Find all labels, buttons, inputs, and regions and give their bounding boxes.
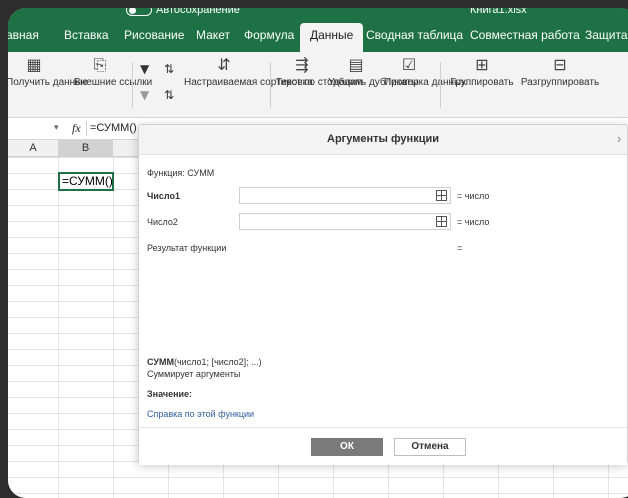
ribbon-divider (132, 62, 133, 108)
ok-button[interactable]: ОК (311, 438, 383, 456)
group-icon: ⊞ (475, 55, 489, 74)
arg2-label: Число2 (147, 217, 178, 227)
function-description: Суммирует аргументы (147, 369, 241, 379)
dialog-title: Аргументы функции (327, 133, 439, 145)
tab-insert[interactable]: Вставка (64, 28, 109, 42)
title-bar: Автосохранение Книга1.xlsx (8, 8, 628, 20)
result-label: Результат функции (147, 243, 227, 253)
cancel-button[interactable]: Отмена (394, 438, 466, 456)
function-label: Функция: СУММ (147, 168, 215, 178)
ungroup-button[interactable]: ⊟ Разгруппировать (520, 55, 600, 89)
tab-protect[interactable]: Защита (585, 28, 628, 42)
tab-collaborate[interactable]: Совместная работа (470, 28, 580, 42)
function-arguments-dialog: Аргументы функции › Функция: СУММ Число1… (138, 124, 628, 465)
close-icon[interactable]: › (617, 131, 621, 146)
get-data-button[interactable]: ▦ Получить данные (8, 55, 88, 89)
file-name: Книга1.xlsx (470, 8, 527, 16)
remove-duplicates-icon: ▤ (348, 55, 364, 74)
ungroup-label: Разгруппировать (520, 77, 600, 88)
group-label: Группировать (450, 77, 514, 88)
sort-icon: ⇵ (217, 55, 231, 74)
formula-divider (86, 121, 87, 136)
arg2-input[interactable] (239, 213, 451, 230)
tab-draw[interactable]: Рисование (124, 28, 184, 42)
syntax-args: (число1; [число2]; ...) (173, 357, 262, 367)
sort-descending-icon[interactable]: ⇅ (164, 88, 174, 102)
ungroup-icon: ⊟ (553, 55, 567, 74)
value-label: Значение: (147, 389, 193, 399)
arg1-label: Число1 (147, 191, 180, 201)
column-header-b[interactable]: B (58, 142, 113, 154)
external-links-button[interactable]: ⎘ Внешние ссылки (74, 55, 152, 89)
text-to-columns-button[interactable]: ⇶ Текст по столбцам (276, 55, 362, 89)
ribbon-tabs: авная Вставка Рисование Макет Формула Да… (8, 20, 628, 52)
active-cell[interactable]: =СУММ() (58, 172, 114, 191)
clear-filter-icon[interactable]: ▼ (140, 88, 149, 102)
split-columns-icon: ⇶ (295, 55, 309, 74)
data-validation-button[interactable]: ☑ Проверка данных (384, 55, 466, 89)
sort-ascending-icon[interactable]: ⇅ (164, 62, 174, 76)
dialog-header: Аргументы функции › (139, 125, 627, 155)
range-picker-icon[interactable] (436, 216, 447, 227)
ribbon-divider (270, 62, 271, 108)
group-button[interactable]: ⊞ Группировать (446, 55, 518, 89)
autosave-toggle[interactable] (126, 8, 152, 16)
arg1-hint: = число (457, 191, 490, 201)
tab-pivot-table[interactable]: Сводная таблица (366, 28, 463, 42)
link-icon: ⎘ (93, 55, 107, 74)
tab-formulas[interactable]: Формула (244, 28, 294, 42)
external-links-label: Внешние ссылки (74, 77, 153, 88)
formula-input[interactable]: =СУММ() (90, 122, 137, 134)
ribbon-data: ▦ Получить данные ⎘ Внешние ссылки ▼ ▼ ⇅… (8, 52, 628, 118)
tab-home[interactable]: авная (8, 28, 39, 42)
result-value: = (457, 243, 463, 253)
arg1-input[interactable] (239, 187, 451, 204)
tab-layout[interactable]: Макет (196, 28, 230, 42)
database-icon: ▦ (26, 55, 42, 74)
help-link[interactable]: Справка по этой функции (147, 409, 254, 419)
arg2-hint: = число (457, 217, 490, 227)
function-icon[interactable]: fx (72, 121, 81, 136)
column-header-a[interactable]: A (8, 142, 58, 154)
tab-data[interactable]: Данные (300, 23, 364, 52)
ribbon-divider (440, 62, 441, 108)
chevron-down-icon[interactable]: ▾ (54, 122, 59, 133)
dialog-footer: ОК Отмена (139, 427, 627, 465)
function-syntax: СУММ(число1; [число2]; ...) (147, 357, 262, 367)
custom-sort-button[interactable]: ⇵ Настраиваемая сортировка (184, 55, 313, 89)
autosave-label: Автосохранение (156, 8, 240, 16)
excel-window: Автосохранение Книга1.xlsx авная Вставка… (8, 8, 628, 498)
range-picker-icon[interactable] (436, 190, 447, 201)
syntax-name: СУММ (147, 357, 174, 367)
validation-icon: ☑ (401, 55, 417, 74)
filter-icon[interactable]: ▼ (140, 62, 149, 76)
remove-duplicates-button[interactable]: ▤ Удалить дубликаты (328, 55, 418, 89)
